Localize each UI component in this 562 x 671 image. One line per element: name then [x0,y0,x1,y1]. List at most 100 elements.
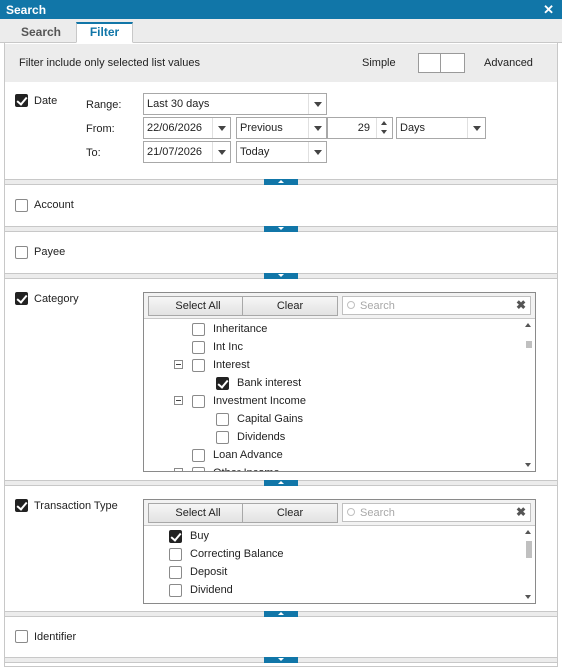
transaction-type-item-label: Buy [190,530,209,542]
category-scrollbar[interactable] [523,320,534,470]
category-list: Select All Clear Search ✖ Inheritance Int… [143,292,536,472]
chevron-down-icon[interactable] [308,118,326,138]
transaction-type-item-checkbox[interactable] [169,548,182,561]
transaction-type-item[interactable]: Buy [144,528,522,546]
from-count-stepper[interactable]: 29 [327,117,393,139]
category-item-checkbox[interactable] [216,431,229,444]
category-item-checkbox[interactable] [192,449,205,462]
category-search-input[interactable]: Search ✖ [342,296,531,315]
category-item-checkbox[interactable] [216,413,229,426]
to-mode-value: Today [240,146,270,158]
category-item[interactable]: Loan Advance [144,447,522,465]
from-mode-dropdown[interactable]: Previous [236,117,327,139]
tab-search[interactable]: Search [6,22,76,43]
to-mode-dropdown[interactable]: Today [236,141,327,163]
category-item-checkbox[interactable] [192,395,205,408]
transaction-type-item-checkbox[interactable] [169,584,182,597]
category-item-checkbox[interactable] [216,377,229,390]
payee-checkbox[interactable] [15,246,28,259]
scroll-thumb[interactable] [526,341,532,348]
scroll-up-icon[interactable] [525,323,531,327]
chevron-down-icon[interactable] [308,142,326,162]
identifier-checkbox[interactable] [15,630,28,643]
category-item[interactable]: Inheritance [144,321,522,339]
transaction-type-item[interactable]: Deposit [144,564,522,582]
category-search-placeholder: Search [360,300,395,312]
from-date-field[interactable]: 22/06/2026 [143,117,231,139]
toggle-knob[interactable] [419,54,441,72]
category-item[interactable]: Other Income [144,465,522,471]
collapse-icon[interactable] [264,179,298,185]
category-item-checkbox[interactable] [192,323,205,336]
transaction-type-checkbox[interactable] [15,499,28,512]
transaction-search-placeholder: Search [360,507,395,519]
category-clear-button[interactable]: Clear [242,296,338,316]
clear-search-icon[interactable]: ✖ [516,298,526,312]
transaction-type-item[interactable]: Dividend [144,582,522,600]
chevron-down-icon[interactable] [308,94,326,114]
from-mode-value: Previous [240,122,283,134]
category-item[interactable]: Capital Gains [144,411,522,429]
chevron-down-icon[interactable] [467,118,485,138]
transaction-clear-button[interactable]: Clear [242,503,338,523]
date-checkbox[interactable] [15,94,28,107]
from-count-value: 29 [357,122,370,134]
collapse-icon[interactable] [264,611,298,617]
simple-label: Simple [362,57,396,69]
expand-icon[interactable] [264,657,298,663]
collapse-icon[interactable] [264,480,298,486]
transaction-type-item[interactable]: Correcting Balance [144,546,522,564]
from-unit-dropdown[interactable]: Days [396,117,486,139]
category-item[interactable]: Bank interest [144,375,522,393]
expand-icon[interactable] [264,226,298,232]
category-item[interactable]: Dividends [144,429,522,447]
transaction-search-input[interactable]: Search ✖ [342,503,531,522]
category-item-checkbox[interactable] [192,467,205,471]
title-bar: Search ✕ [0,0,562,19]
from-label: From: [86,123,115,135]
clear-search-icon[interactable]: ✖ [516,505,526,519]
category-item-checkbox[interactable] [192,359,205,372]
date-splitter[interactable] [5,179,557,185]
transaction-type-item-checkbox[interactable] [169,566,182,579]
transaction-type-item-checkbox[interactable] [169,530,182,543]
expand-icon[interactable] [264,273,298,279]
collapse-tree-icon[interactable] [174,468,183,471]
calendar-dropdown-icon[interactable] [212,118,230,138]
category-item-label: Dividends [237,431,286,443]
payee-splitter[interactable] [5,273,557,279]
scroll-down-icon[interactable] [525,595,531,599]
category-select-all-button[interactable]: Select All [148,296,248,316]
scroll-down-icon[interactable] [525,463,531,467]
simple-advanced-toggle[interactable] [418,53,465,73]
calendar-dropdown-icon[interactable] [212,142,230,162]
collapse-tree-icon[interactable] [174,360,183,369]
range-dropdown[interactable]: Last 30 days [143,93,327,115]
account-splitter[interactable] [5,226,557,232]
collapse-tree-icon[interactable] [174,396,183,405]
close-icon[interactable]: ✕ [543,2,554,18]
category-item-label: Inheritance [213,323,268,335]
category-item-checkbox[interactable] [192,341,205,354]
to-date-field[interactable]: 21/07/2026 [143,141,231,163]
category-item[interactable]: Investment Income [144,393,522,411]
identifier-splitter[interactable] [5,657,557,663]
stepper-buttons[interactable] [376,118,392,138]
transaction-type-splitter[interactable] [5,611,557,617]
category-checkbox[interactable] [15,292,28,305]
scroll-up-icon[interactable] [525,530,531,534]
tab-filter[interactable]: Filter [76,22,133,43]
scroll-thumb[interactable] [526,541,532,558]
category-splitter[interactable] [5,480,557,486]
category-item[interactable]: Interest [144,357,522,375]
category-item[interactable]: Int Inc [144,339,522,357]
account-checkbox[interactable] [15,199,28,212]
to-label: To: [86,147,101,159]
range-value: Last 30 days [147,98,210,110]
transaction-type-scrollbar[interactable] [523,527,534,602]
category-label: Category [34,293,79,305]
transaction-type-item-label: Correcting Balance [190,548,284,560]
identifier-label: Identifier [34,631,77,643]
transaction-type-list-toolbar: Select All Clear Search ✖ [144,500,535,526]
transaction-select-all-button[interactable]: Select All [148,503,248,523]
